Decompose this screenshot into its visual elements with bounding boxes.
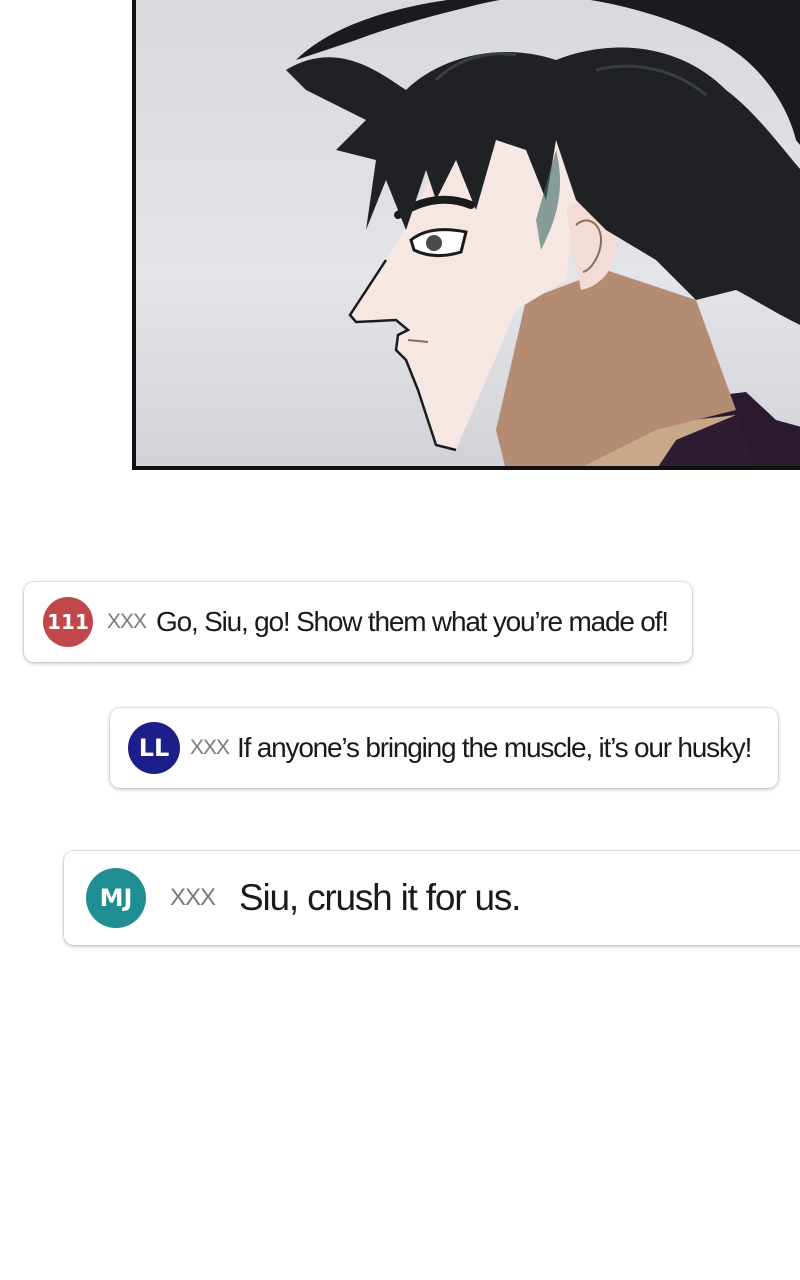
username: XXX <box>170 884 216 911</box>
comment-bubble: MJ XXX Siu, crush it for us. <box>64 851 800 945</box>
avatar: LL <box>128 722 180 774</box>
comment-text: Go, Siu, go! Show them what you’re made … <box>156 606 669 637</box>
comic-panel <box>132 0 800 470</box>
comment-bubble: 111 XXX Go, Siu, go! Show them what you’… <box>24 582 692 662</box>
username: XXX <box>190 736 230 759</box>
character-illustration <box>286 0 800 466</box>
comment-text: If anyone’s bringing the muscle, it’s ou… <box>237 732 752 763</box>
comment-bubble: LL XXX If anyone’s bringing the muscle, … <box>110 708 778 788</box>
webtoon-page: 111 XXX Go, Siu, go! Show them what you’… <box>0 0 800 1280</box>
avatar: 111 <box>43 597 93 647</box>
avatar: MJ <box>86 868 146 928</box>
comment-text: Siu, crush it for us. <box>239 877 521 918</box>
username: XXX <box>107 610 147 633</box>
